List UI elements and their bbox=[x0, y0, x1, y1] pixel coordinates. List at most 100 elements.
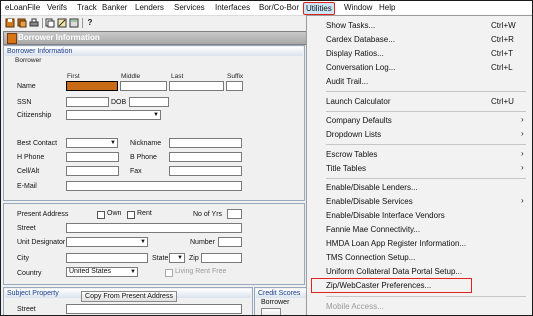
country-select[interactable]: United States ▼ bbox=[66, 267, 138, 277]
save-all-icon[interactable] bbox=[17, 18, 27, 28]
menu-item-launch-calculator[interactable]: Launch Calculator Ctrl+U bbox=[307, 95, 532, 108]
menu-item-cardex-database[interactable]: Cardex Database... Ctrl+R bbox=[307, 33, 532, 46]
best-contact-select[interactable]: ▼ bbox=[66, 138, 118, 148]
form-icon bbox=[7, 33, 17, 44]
bphone-label: B Phone bbox=[130, 154, 157, 161]
submenu-arrow-icon: › bbox=[521, 115, 524, 124]
name-label: Name bbox=[17, 83, 36, 90]
menu-item-fannie-mae-connectivity[interactable]: Fannie Mae Connectivity... bbox=[307, 223, 532, 236]
street-label: Street bbox=[17, 225, 36, 232]
nickname-field[interactable] bbox=[169, 138, 242, 148]
col-first-label: First bbox=[67, 73, 80, 80]
menu-bar: eLoanFile Verifs Track Banker Lenders Se… bbox=[1, 1, 532, 16]
rent-free-label: Living Rent Free bbox=[175, 268, 227, 275]
rent-checkbox[interactable] bbox=[127, 211, 135, 219]
rent-free-checkbox[interactable] bbox=[165, 269, 173, 277]
menu-separator bbox=[326, 296, 526, 297]
copy-icon[interactable] bbox=[45, 18, 55, 28]
last-name-field[interactable] bbox=[169, 81, 224, 91]
dob-field[interactable] bbox=[129, 97, 169, 107]
submenu-arrow-icon: › bbox=[521, 163, 524, 172]
no-of-yrs-label: No of Yrs bbox=[193, 211, 223, 218]
ssn-field[interactable] bbox=[66, 97, 109, 107]
credit-score-button[interactable] bbox=[261, 308, 281, 315]
menu-window[interactable]: Window bbox=[344, 3, 372, 12]
hphone-label: H Phone bbox=[17, 154, 45, 161]
no-of-yrs-field[interactable] bbox=[227, 209, 242, 219]
col-last-label: Last bbox=[171, 73, 184, 80]
menu-item-conversation-log[interactable]: Conversation Log... Ctrl+L bbox=[307, 61, 532, 74]
menu-banker[interactable]: Banker bbox=[102, 3, 127, 12]
menu-help[interactable]: Help bbox=[379, 3, 395, 12]
home-phone-field[interactable] bbox=[66, 152, 119, 162]
menu-item-enable-disable-interface-vendors[interactable]: Enable/Disable Interface Vendors bbox=[307, 209, 532, 222]
menu-lenders[interactable]: Lenders bbox=[135, 3, 164, 12]
menu-item-escrow-tables[interactable]: Escrow Tables › bbox=[307, 148, 532, 161]
middle-name-field[interactable] bbox=[120, 81, 167, 91]
edit-icon[interactable] bbox=[57, 18, 67, 28]
col-suffix-label: Suffix bbox=[227, 73, 244, 80]
menu-item-enable-disable-lenders[interactable]: Enable/Disable Lenders... bbox=[307, 181, 532, 194]
toolbar-separator bbox=[82, 18, 83, 28]
menu-services[interactable]: Services bbox=[174, 3, 205, 12]
own-label: Own bbox=[107, 210, 122, 217]
business-phone-field[interactable] bbox=[169, 152, 242, 162]
street-field[interactable] bbox=[66, 223, 242, 233]
cell-phone-field[interactable] bbox=[66, 166, 119, 176]
toolbar-separator bbox=[42, 18, 43, 28]
unit-number-field[interactable] bbox=[218, 237, 242, 247]
menu-eloanfile[interactable]: eLoanFile bbox=[5, 3, 40, 12]
suffix-field[interactable] bbox=[226, 81, 243, 91]
state-label: State bbox=[152, 255, 169, 262]
menu-item-tms-connection-setup[interactable]: TMS Connection Setup... bbox=[307, 251, 532, 264]
zip-field[interactable] bbox=[201, 253, 242, 263]
city-field[interactable] bbox=[66, 253, 148, 263]
rent-label: Rent bbox=[137, 210, 152, 217]
menu-item-title-tables[interactable]: Title Tables › bbox=[307, 162, 532, 175]
calculator-icon[interactable] bbox=[69, 18, 79, 28]
fax-field[interactable] bbox=[169, 166, 242, 176]
own-checkbox[interactable] bbox=[97, 211, 105, 219]
menu-track[interactable]: Track bbox=[77, 3, 97, 12]
chevron-down-icon: ▼ bbox=[152, 111, 160, 119]
menu-bor-co-bor[interactable]: Bor/Co-Bor bbox=[259, 3, 299, 12]
menu-utilities[interactable]: Utilities bbox=[303, 2, 335, 15]
citizenship-select[interactable]: ▼ bbox=[66, 110, 161, 120]
menu-item-uniform-collateral-data-portal[interactable]: Uniform Collateral Data Portal Setup... bbox=[307, 265, 532, 278]
col-middle-label: Middle bbox=[121, 73, 141, 80]
menu-item-audit-trail[interactable]: Audit Trail... bbox=[307, 75, 532, 88]
email-field[interactable] bbox=[66, 181, 242, 191]
menu-item-company-defaults[interactable]: Company Defaults › bbox=[307, 114, 532, 127]
borrower-sub-label: Borrower bbox=[15, 57, 42, 64]
copy-from-present-address-button[interactable]: Copy From Present Address bbox=[81, 291, 177, 302]
menu-interfaces[interactable]: Interfaces bbox=[215, 3, 250, 12]
chevron-down-icon: ▼ bbox=[139, 238, 147, 246]
menu-separator bbox=[326, 178, 526, 179]
best-contact-label: Best Contact bbox=[17, 140, 58, 147]
dob-label: DOB bbox=[111, 99, 127, 106]
print-icon[interactable] bbox=[29, 18, 39, 28]
menu-item-enable-disable-services[interactable]: Enable/Disable Services › bbox=[307, 195, 532, 208]
help-icon[interactable]: ? bbox=[85, 18, 95, 28]
chevron-down-icon: ▼ bbox=[129, 268, 137, 276]
credit-scores-header: Credit Scores bbox=[256, 289, 306, 298]
menu-verifs[interactable]: Verifs bbox=[47, 3, 67, 12]
menu-item-display-ratios[interactable]: Display Ratios... Ctrl+T bbox=[307, 47, 532, 60]
menu-item-zip-webcaster-preferences[interactable]: Zip/WebCaster Preferences... bbox=[311, 278, 472, 293]
unit-designator-label: Unit Designator bbox=[17, 239, 66, 246]
menu-item-dropdown-lists[interactable]: Dropdown Lists › bbox=[307, 128, 532, 141]
chevron-down-icon: ▼ bbox=[109, 139, 117, 147]
menu-item-mobile-access: Mobile Access... bbox=[326, 302, 384, 311]
cell-label: Cell/Alt bbox=[17, 168, 40, 175]
panel-title-bar: Borrower Information bbox=[3, 31, 308, 45]
save-icon[interactable] bbox=[5, 18, 15, 28]
menu-item-show-tasks[interactable]: Show Tasks... Ctrl+W bbox=[307, 19, 532, 32]
menu-item-hmda-loan-app-register[interactable]: HMDA Loan App Register Information... bbox=[307, 237, 532, 250]
unit-designator-select[interactable]: ▼ bbox=[66, 237, 148, 247]
first-name-field[interactable] bbox=[66, 81, 118, 91]
subject-street-field[interactable] bbox=[66, 304, 242, 314]
submenu-arrow-icon: › bbox=[521, 129, 524, 138]
chevron-down-icon: ▼ bbox=[176, 254, 184, 262]
state-select[interactable]: ▼ bbox=[169, 253, 185, 263]
citizenship-label: Citizenship bbox=[17, 112, 52, 119]
